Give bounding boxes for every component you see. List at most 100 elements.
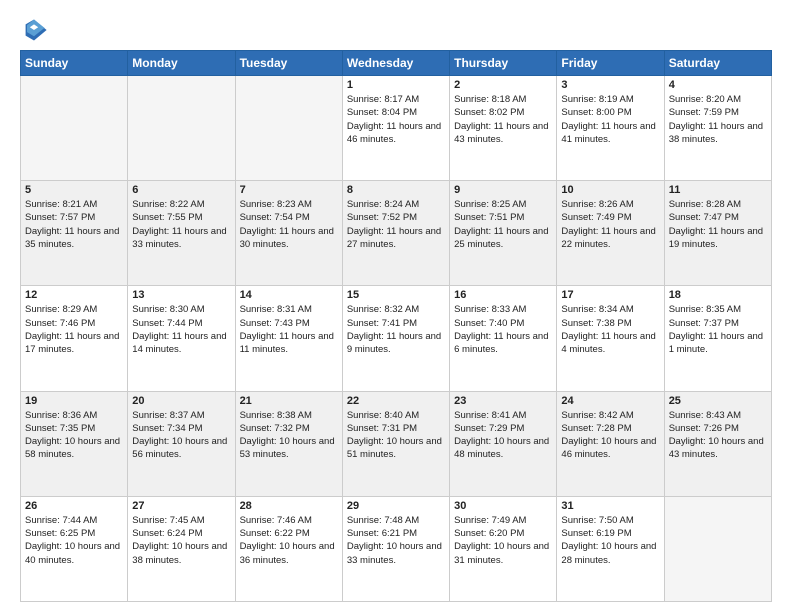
calendar-header-row: SundayMondayTuesdayWednesdayThursdayFrid… [21, 51, 772, 76]
day-number: 9 [454, 184, 552, 196]
day-info: Sunrise: 8:23 AMSunset: 7:54 PMDaylight:… [240, 198, 338, 251]
day-info: Sunrise: 8:22 AMSunset: 7:55 PMDaylight:… [132, 198, 230, 251]
calendar-day-cell: 9 Sunrise: 8:25 AMSunset: 7:51 PMDaylight… [450, 181, 557, 286]
calendar-day-cell [21, 76, 128, 181]
day-number: 22 [347, 395, 445, 407]
calendar-day-cell: 12 Sunrise: 8:29 AMSunset: 7:46 PMDayligh… [21, 286, 128, 391]
day-number: 14 [240, 289, 338, 301]
calendar-day-cell: 22Sunrise: 8:40 AMSunset: 7:31 PMDayligh… [342, 391, 449, 496]
calendar-day-cell: 26Sunrise: 7:44 AMSunset: 6:25 PMDayligh… [21, 496, 128, 601]
day-number: 15 [347, 289, 445, 301]
day-number: 2 [454, 79, 552, 91]
calendar-day-cell: 6 Sunrise: 8:22 AMSunset: 7:55 PMDaylight… [128, 181, 235, 286]
day-number: 3 [561, 79, 659, 91]
logo-icon [20, 16, 48, 44]
calendar-day-cell: 25 Sunrise: 8:43 AMSunset: 7:26 PMDayligh… [664, 391, 771, 496]
day-number: 30 [454, 500, 552, 512]
day-info: Sunrise: 8:35 AMSunset: 7:37 PMDaylight:… [669, 303, 767, 356]
header [20, 16, 772, 44]
day-info: Sunrise: 8:34 AMSunset: 7:38 PMDaylight:… [561, 303, 659, 356]
day-number: 29 [347, 500, 445, 512]
calendar-day-cell [664, 496, 771, 601]
day-info: Sunrise: 8:33 AMSunset: 7:40 PMDaylight:… [454, 303, 552, 356]
day-info: Sunrise: 8:18 AMSunset: 8:02 PMDaylight:… [454, 93, 552, 146]
page: SundayMondayTuesdayWednesdayThursdayFrid… [0, 0, 792, 612]
day-number: 7 [240, 184, 338, 196]
day-info: Sunrise: 7:44 AMSunset: 6:25 PMDaylight:… [25, 514, 123, 567]
day-info: Sunrise: 8:21 AMSunset: 7:57 PMDaylight:… [25, 198, 123, 251]
day-info: Sunrise: 8:24 AMSunset: 7:52 PMDaylight:… [347, 198, 445, 251]
col-header-sunday: Sunday [21, 51, 128, 76]
calendar-day-cell: 14 Sunrise: 8:31 AMSunset: 7:43 PMDayligh… [235, 286, 342, 391]
calendar-day-cell: 16 Sunrise: 8:33 AMSunset: 7:40 PMDayligh… [450, 286, 557, 391]
day-info: Sunrise: 8:43 AMSunset: 7:26 PMDaylight:… [669, 409, 767, 462]
day-number: 10 [561, 184, 659, 196]
day-number: 12 [25, 289, 123, 301]
day-info: Sunrise: 8:36 AMSunset: 7:35 PMDaylight:… [25, 409, 123, 462]
day-info: Sunrise: 8:38 AMSunset: 7:32 PMDaylight:… [240, 409, 338, 462]
calendar-day-cell: 2 Sunrise: 8:18 AMSunset: 8:02 PMDaylight… [450, 76, 557, 181]
day-number: 16 [454, 289, 552, 301]
calendar-week-row: 5 Sunrise: 8:21 AMSunset: 7:57 PMDaylight… [21, 181, 772, 286]
day-number: 8 [347, 184, 445, 196]
calendar-day-cell: 1 Sunrise: 8:17 AMSunset: 8:04 PMDaylight… [342, 76, 449, 181]
calendar: SundayMondayTuesdayWednesdayThursdayFrid… [20, 50, 772, 602]
day-number: 24 [561, 395, 659, 407]
day-info: Sunrise: 8:30 AMSunset: 7:44 PMDaylight:… [132, 303, 230, 356]
calendar-day-cell [235, 76, 342, 181]
col-header-wednesday: Wednesday [342, 51, 449, 76]
day-number: 31 [561, 500, 659, 512]
calendar-day-cell [128, 76, 235, 181]
day-number: 5 [25, 184, 123, 196]
col-header-tuesday: Tuesday [235, 51, 342, 76]
day-info: Sunrise: 8:31 AMSunset: 7:43 PMDaylight:… [240, 303, 338, 356]
calendar-day-cell: 15 Sunrise: 8:32 AMSunset: 7:41 PMDayligh… [342, 286, 449, 391]
day-number: 18 [669, 289, 767, 301]
col-header-thursday: Thursday [450, 51, 557, 76]
day-info: Sunrise: 8:20 AMSunset: 7:59 PMDaylight:… [669, 93, 767, 146]
col-header-monday: Monday [128, 51, 235, 76]
logo [20, 16, 52, 44]
calendar-day-cell: 24 Sunrise: 8:42 AMSunset: 7:28 PMDayligh… [557, 391, 664, 496]
day-number: 11 [669, 184, 767, 196]
calendar-day-cell: 30Sunrise: 7:49 AMSunset: 6:20 PMDayligh… [450, 496, 557, 601]
day-number: 6 [132, 184, 230, 196]
calendar-day-cell: 4 Sunrise: 8:20 AMSunset: 7:59 PMDaylight… [664, 76, 771, 181]
calendar-day-cell: 11 Sunrise: 8:28 AMSunset: 7:47 PMDayligh… [664, 181, 771, 286]
day-number: 21 [240, 395, 338, 407]
day-info: Sunrise: 8:17 AMSunset: 8:04 PMDaylight:… [347, 93, 445, 146]
day-info: Sunrise: 8:19 AMSunset: 8:00 PMDaylight:… [561, 93, 659, 146]
day-info: Sunrise: 8:41 AMSunset: 7:29 PMDaylight:… [454, 409, 552, 462]
day-number: 4 [669, 79, 767, 91]
calendar-day-cell: 3 Sunrise: 8:19 AMSunset: 8:00 PMDaylight… [557, 76, 664, 181]
day-info: Sunrise: 7:50 AMSunset: 6:19 PMDaylight:… [561, 514, 659, 567]
calendar-day-cell: 19 Sunrise: 8:36 AMSunset: 7:35 PMDayligh… [21, 391, 128, 496]
day-info: Sunrise: 8:28 AMSunset: 7:47 PMDaylight:… [669, 198, 767, 251]
calendar-day-cell: 10 Sunrise: 8:26 AMSunset: 7:49 PMDayligh… [557, 181, 664, 286]
day-info: Sunrise: 8:25 AMSunset: 7:51 PMDaylight:… [454, 198, 552, 251]
day-info: Sunrise: 7:46 AMSunset: 6:22 PMDaylight:… [240, 514, 338, 567]
calendar-day-cell: 31 Sunrise: 7:50 AMSunset: 6:19 PMDayligh… [557, 496, 664, 601]
calendar-week-row: 26Sunrise: 7:44 AMSunset: 6:25 PMDayligh… [21, 496, 772, 601]
calendar-day-cell: 18 Sunrise: 8:35 AMSunset: 7:37 PMDayligh… [664, 286, 771, 391]
day-info: Sunrise: 7:45 AMSunset: 6:24 PMDaylight:… [132, 514, 230, 567]
col-header-friday: Friday [557, 51, 664, 76]
day-info: Sunrise: 7:48 AMSunset: 6:21 PMDaylight:… [347, 514, 445, 567]
day-info: Sunrise: 8:26 AMSunset: 7:49 PMDaylight:… [561, 198, 659, 251]
calendar-day-cell: 17Sunrise: 8:34 AMSunset: 7:38 PMDayligh… [557, 286, 664, 391]
day-number: 25 [669, 395, 767, 407]
calendar-week-row: 19 Sunrise: 8:36 AMSunset: 7:35 PMDayligh… [21, 391, 772, 496]
calendar-day-cell: 27Sunrise: 7:45 AMSunset: 6:24 PMDayligh… [128, 496, 235, 601]
day-number: 19 [25, 395, 123, 407]
calendar-day-cell: 13Sunrise: 8:30 AMSunset: 7:44 PMDayligh… [128, 286, 235, 391]
day-info: Sunrise: 8:42 AMSunset: 7:28 PMDaylight:… [561, 409, 659, 462]
calendar-day-cell: 23 Sunrise: 8:41 AMSunset: 7:29 PMDayligh… [450, 391, 557, 496]
day-number: 23 [454, 395, 552, 407]
calendar-day-cell: 5 Sunrise: 8:21 AMSunset: 7:57 PMDaylight… [21, 181, 128, 286]
calendar-day-cell: 20Sunrise: 8:37 AMSunset: 7:34 PMDayligh… [128, 391, 235, 496]
calendar-week-row: 1 Sunrise: 8:17 AMSunset: 8:04 PMDaylight… [21, 76, 772, 181]
day-number: 28 [240, 500, 338, 512]
day-info: Sunrise: 8:29 AMSunset: 7:46 PMDaylight:… [25, 303, 123, 356]
day-info: Sunrise: 8:32 AMSunset: 7:41 PMDaylight:… [347, 303, 445, 356]
day-number: 1 [347, 79, 445, 91]
